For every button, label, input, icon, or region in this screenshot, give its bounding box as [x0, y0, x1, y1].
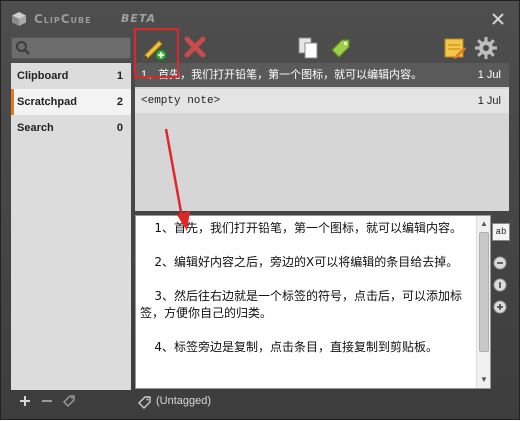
sidebar-item-scratchpad[interactable]: Scratchpad 2	[11, 89, 131, 115]
scroll-up-icon[interactable]: ▲	[480, 220, 488, 228]
search-icon	[16, 41, 30, 55]
cube-logo-icon	[12, 12, 26, 26]
notes-list: 1、首先，我们打开铅笔，第一个图标，就可以编辑内容。 1 Jul <empty …	[135, 63, 509, 211]
sidebar-item-label: Search	[17, 122, 54, 134]
note-tag-label[interactable]: (Untagged)	[156, 395, 211, 407]
note-date: 1 Jul	[477, 69, 501, 81]
editor-content[interactable]: 1、首先，我们打开铅笔，第一个图标，就可以编辑内容。 2、编辑好内容之后，旁边的…	[140, 220, 474, 373]
sidebar-item-count: 2	[116, 96, 123, 108]
sidebar-item-count: 0	[116, 122, 123, 134]
title-bar: ClipCube BETA	[1, 1, 519, 35]
list-item[interactable]: <empty note> 1 Jul	[135, 89, 509, 113]
scroll-down-icon[interactable]: ▼	[480, 376, 488, 384]
sidebar-item-search[interactable]: Search 0	[11, 115, 131, 141]
note-date: 1 Jul	[477, 95, 501, 107]
search-input[interactable]	[11, 37, 131, 59]
close-icon[interactable]	[491, 12, 505, 26]
beta-badge: BETA	[121, 12, 157, 25]
copy-icon[interactable]	[297, 36, 321, 60]
remove-icon[interactable]	[39, 393, 55, 409]
sidebar-item-clipboard[interactable]: Clipboard 1	[11, 63, 131, 89]
editor-paragraph: 2、编辑好内容之后，旁边的X可以将编辑的条目给去掉。	[154, 255, 459, 269]
zoom-out-icon[interactable]	[492, 255, 510, 273]
editor-paragraph: 3、然后往右边就是一个标签的符号，点击后，可以添加标签，方便你自己的归类。	[140, 289, 463, 320]
scroll-thumb[interactable]	[479, 232, 489, 352]
tag-icon[interactable]	[61, 393, 77, 409]
note-edit-icon[interactable]	[443, 36, 467, 60]
add-icon[interactable]	[17, 393, 33, 409]
gear-icon[interactable]	[474, 36, 498, 60]
note-editor[interactable]: 1、首先，我们打开铅笔，第一个图标，就可以编辑内容。 2、编辑好内容之后，旁边的…	[135, 215, 491, 389]
note-title: 1、首先，我们打开铅笔，第一个图标，就可以编辑内容。	[141, 69, 423, 81]
tag-add-icon[interactable]	[329, 36, 353, 60]
tag-icon[interactable]	[137, 395, 153, 409]
zoom-in-icon[interactable]	[492, 299, 510, 317]
sidebar-item-label: Clipboard	[17, 70, 69, 82]
delete-icon[interactable]	[183, 35, 207, 59]
sidebar-item-count: 1	[116, 70, 123, 82]
app-title: ClipCube	[34, 12, 92, 26]
highlight-annotation	[134, 28, 179, 78]
editor-paragraph: 1、首先，我们打开铅笔，第一个图标，就可以编辑内容。	[154, 221, 463, 235]
editor-paragraph: 4、标签旁边是复制，点击条目，直接复制到剪贴板。	[154, 340, 439, 354]
zoom-reset-icon[interactable]	[492, 277, 510, 295]
sidebar-item-label: Scratchpad	[17, 96, 77, 108]
app-window: ClipCube BETA Clipboard 1 Scratchpad 2 S…	[0, 0, 520, 420]
editor-scrollbar[interactable]: ▲ ▼	[476, 216, 490, 388]
text-format-button[interactable]: ab	[492, 223, 510, 241]
list-item[interactable]: 1、首先，我们打开铅笔，第一个图标，就可以编辑内容。 1 Jul	[135, 63, 509, 87]
sidebar: Clipboard 1 Scratchpad 2 Search 0	[11, 63, 131, 390]
note-title: <empty note>	[141, 95, 221, 107]
